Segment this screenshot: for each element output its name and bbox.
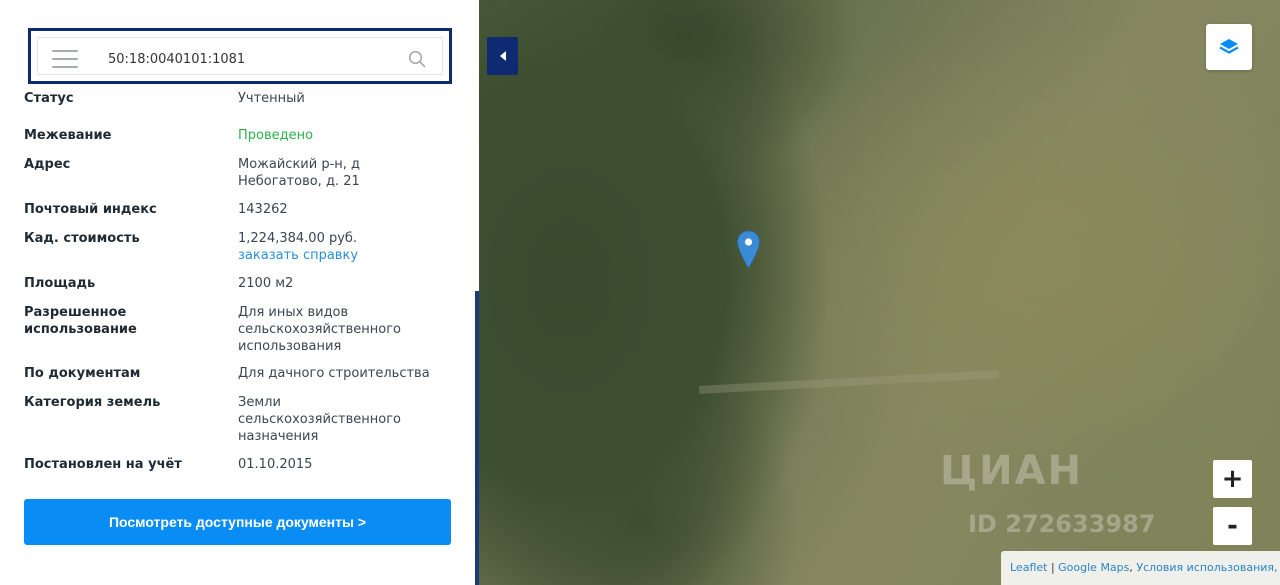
layers-icon: [1219, 39, 1239, 54]
view-documents-button[interactable]: Посмотреть доступные документы >: [24, 499, 451, 545]
terms-link[interactable]: Условия использования, ©: [1136, 561, 1280, 574]
menu-icon[interactable]: [52, 50, 78, 70]
detail-label: Адрес: [24, 157, 71, 172]
detail-value: 143262: [238, 202, 288, 217]
detail-label: По документам: [24, 366, 141, 381]
detail-label: Почтовый индекс: [24, 202, 157, 217]
satellite-map[interactable]: [479, 0, 1280, 585]
detail-value: Учтенный: [238, 91, 305, 106]
search-box: [28, 28, 452, 84]
layers-button[interactable]: [1206, 24, 1252, 70]
search-icon[interactable]: [408, 50, 426, 68]
map-marker-icon[interactable]: [736, 230, 761, 270]
search-input[interactable]: [108, 46, 388, 72]
attribution-separator: |: [1047, 561, 1059, 574]
detail-value: 1,224,384.00 руб.: [238, 231, 358, 246]
detail-label: Кад. стоимость: [24, 231, 140, 246]
google-maps-link[interactable]: Google Maps: [1058, 561, 1129, 574]
detail-value: 2100 м2: [238, 276, 294, 291]
detail-label: Категория земель: [24, 395, 161, 410]
detail-value: 01.10.2015: [238, 457, 313, 472]
detail-label: Межевание: [24, 128, 112, 143]
order-certificate-link[interactable]: заказать справку: [238, 247, 438, 264]
detail-value: Можайский р-н, д Небогатово, д. 21: [238, 157, 361, 189]
detail-value: Проведено: [238, 128, 314, 143]
detail-value: Для иных видов сельскохозяйственного исп…: [238, 305, 402, 354]
chevron-left-icon: [499, 51, 506, 61]
detail-label: Статус: [24, 91, 74, 106]
collapse-panel-button[interactable]: [487, 37, 518, 75]
watermark-brand: ЦИАН: [940, 448, 1084, 494]
detail-value: Земли сельскохозяйственного назначения: [238, 395, 402, 444]
detail-label: Площадь: [24, 276, 96, 291]
zoom-in-button[interactable]: +: [1213, 460, 1252, 498]
detail-value-group: 1,224,384.00 руб. заказать справку: [238, 230, 438, 264]
detail-label: Постановлен на учёт: [24, 457, 182, 472]
zoom-out-button[interactable]: -: [1213, 507, 1252, 545]
leaflet-link[interactable]: Leaflet: [1010, 561, 1047, 574]
detail-label: Разрешенное использование: [24, 305, 137, 337]
field-track: [698, 370, 1000, 394]
detail-value: Для дачного строительства: [238, 366, 430, 381]
info-panel: Статус Учтенный Межевание Проведено Адре…: [0, 0, 479, 585]
watermark-id: ID 272633987: [968, 510, 1156, 538]
search-bar: [37, 37, 443, 75]
map-attribution: Leaflet | Google Maps, Условия использов…: [1001, 551, 1280, 585]
